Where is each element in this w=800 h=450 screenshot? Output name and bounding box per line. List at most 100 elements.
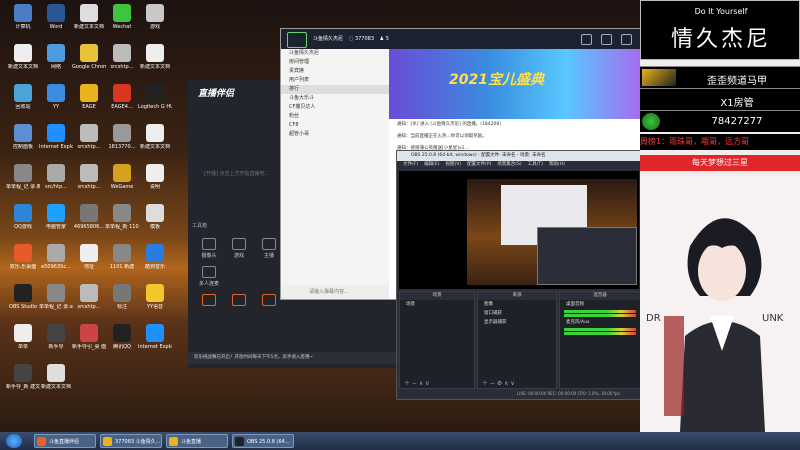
source-item[interactable]: 窗口捕获: [478, 309, 556, 318]
desktop-icon[interactable]: 新建文本文档: [72, 4, 106, 44]
sidebar-item[interactable]: 粉丝: [281, 112, 389, 121]
desktop-icon[interactable]: 腾讯QQ: [105, 324, 139, 364]
desktop-icon[interactable]: Internet Explorer: [39, 124, 73, 164]
sidebar-item[interactable]: 斗鱼大乐斗: [281, 94, 389, 103]
desktop-icon[interactable]: 模板: [138, 204, 172, 244]
source-item[interactable]: 显示器捕获: [478, 318, 556, 327]
desktop-icon[interactable]: srcshtp...: [72, 284, 106, 324]
app-icon: [146, 204, 164, 222]
taskbar-button[interactable]: 斗鱼直播: [166, 434, 228, 448]
tool-extra-2[interactable]: [224, 294, 254, 308]
desktop-icon[interactable]: EAGE: [72, 84, 106, 124]
desktop-icon[interactable]: 单单程_新 1101 新建: [105, 204, 139, 244]
desktop-icon[interactable]: 新手导: [39, 324, 73, 364]
tool-multi[interactable]: 多人连麦: [194, 266, 224, 287]
sidebar-item[interactable]: CF撒贝达人: [281, 103, 389, 112]
scene-item[interactable]: 场景: [400, 300, 474, 309]
sidebar-item[interactable]: 斗鱼情久杰尼: [281, 49, 389, 58]
tool-game[interactable]: 游戏: [224, 238, 254, 259]
desktop-icon[interactable]: 单单程_记 录.srcshtp...: [39, 284, 73, 324]
desktop-icon[interactable]: Wechat: [105, 4, 139, 44]
streamer-avatar[interactable]: [287, 32, 307, 48]
sidebar-item[interactable]: 用户列表: [281, 76, 389, 85]
desktop-icon[interactable]: 地址: [72, 244, 106, 284]
desktop-icon[interactable]: EAGE4...: [105, 84, 139, 124]
desktop-icon[interactable]: QQ游戏: [6, 204, 40, 244]
obs-menu-item[interactable]: 帮助(H): [549, 162, 565, 167]
desktop-icon[interactable]: OBS Studio: [6, 284, 40, 324]
scene-controls[interactable]: ＋ − ∧ ∨: [400, 378, 474, 388]
gift-icon: [232, 294, 246, 306]
host-icon: [262, 238, 276, 250]
chat-message: 通知：当前直播正在火热...你可以领取奖励。: [397, 134, 487, 139]
desktop-icon[interactable]: Google Chrome: [72, 44, 106, 84]
desktop-icon[interactable]: 单单程_记 录.新建_文: [6, 164, 40, 204]
desktop-icon[interactable]: 1813770...: [105, 124, 139, 164]
desktop-icon[interactable]: Logitech G HUB: [138, 84, 172, 124]
obs-menu-item[interactable]: 配置文件(P): [467, 162, 491, 167]
desktop-icon[interactable]: Internet Explorer: [138, 324, 172, 364]
desktop-icon[interactable]: YY语音: [138, 284, 172, 324]
event-banner[interactable]: 2021宝儿盛典: [389, 49, 641, 119]
desktop-icon[interactable]: srcshtp...: [72, 124, 106, 164]
obs-menu-item[interactable]: 工具(T): [528, 162, 543, 167]
desktop-icon[interactable]: 网络: [39, 44, 73, 84]
sidebar-list: 斗鱼情久杰尼 房间管理 贵宾席 用户列表 排行 斗鱼大乐斗 CF撒贝达人 粉丝 CF8 超管小哥: [281, 49, 389, 139]
desktop-icon[interactable]: 1101 新建: [105, 244, 139, 284]
desktop-icon[interactable]: 新手导引_桌 面_新建_文: [72, 324, 106, 364]
sidebar-item[interactable]: CF8: [281, 121, 389, 130]
desktop-icon[interactable]: YY: [39, 84, 73, 124]
menu-icon[interactable]: [621, 34, 632, 45]
taskbar: 斗鱼直播伴侣 377083 斗鱼情久... 斗鱼直播 OBS 25.0.8 (64..…: [0, 432, 800, 450]
taskbar-button[interactable]: OBS 25.0.8 (64...: [232, 434, 294, 448]
obs-window[interactable]: OBS 25.0.8 (64-bit, windows) - 配置文件: 未命名…: [396, 150, 642, 400]
obs-menu-item[interactable]: 视图(V): [445, 162, 461, 167]
sidebar-item[interactable]: 排行: [281, 85, 389, 94]
desktop-icon[interactable]: e509635c...: [39, 244, 73, 284]
obs-menu-item[interactable]: 文件(F): [403, 162, 418, 167]
desktop-icon[interactable]: src/htp...: [39, 164, 73, 204]
desktop-icon[interactable]: 新建文本文档: [138, 124, 172, 164]
desktop-icon[interactable]: 游戏: [138, 4, 172, 44]
tool-camera[interactable]: 摄像头: [194, 238, 224, 259]
taskbar-app-icon: [37, 437, 46, 446]
chat-input-bar[interactable]: 请输入弹幕内容...: [281, 285, 389, 299]
desktop-icon-label: QQ游戏: [14, 224, 32, 230]
home-icon[interactable]: [601, 34, 612, 45]
chat-message: 通知：[水] 进入 [斗鱼情久杰尼] 的直播。(184208): [397, 122, 502, 127]
desktop-icon[interactable]: 酷狗音乐: [138, 244, 172, 284]
source-controls[interactable]: ＋ − ⚙ ∧ ∨: [478, 378, 556, 388]
taskbar-button[interactable]: 斗鱼直播伴侣: [34, 434, 96, 448]
taskbar-button[interactable]: 377083 斗鱼情久...: [100, 434, 162, 448]
sidebar-item[interactable]: 超管小哥: [281, 130, 389, 139]
source-item[interactable]: 图像: [478, 300, 556, 309]
desktop-icon[interactable]: 新建文本文档: [6, 44, 40, 84]
desktop-icon[interactable]: 46965806...: [72, 204, 106, 244]
chat-input[interactable]: 请输入弹幕内容...: [309, 288, 349, 295]
tool-extra-1[interactable]: [194, 294, 224, 308]
desktop-icon[interactable]: Word: [39, 4, 73, 44]
desktop-icon[interactable]: 回收站: [6, 84, 40, 124]
desktop-icon[interactable]: 双乐.乐桌面: [6, 244, 40, 284]
obs-menu-item[interactable]: 编辑(E): [424, 162, 439, 167]
sidebar-item[interactable]: 贵宾席: [281, 67, 389, 76]
start-button[interactable]: [6, 434, 22, 448]
video-icon[interactable]: [581, 34, 592, 45]
douyu-header: 斗鱼情久杰尼 ▢ 377083 ♟ 5: [281, 29, 641, 49]
desktop-icon[interactable]: 单单: [6, 324, 40, 364]
overlay-header: Do It Yourself 情久杰尼: [640, 0, 800, 60]
desktop-icon[interactable]: srcshtp...: [105, 44, 139, 84]
obs-menu-item[interactable]: 场景集合(S): [497, 162, 521, 167]
desktop-icon[interactable]: 电脑管家: [39, 204, 73, 244]
desktop-icon[interactable]: 计算机: [6, 4, 40, 44]
obs-preview[interactable]: [399, 171, 639, 289]
desktop-icon[interactable]: 新建文本文档: [39, 364, 73, 404]
desktop-icon[interactable]: srcshtp...: [72, 164, 106, 204]
desktop-icon[interactable]: 新手导_新 建文本: [6, 364, 40, 404]
desktop-icon[interactable]: 说明: [138, 164, 172, 204]
desktop-icon[interactable]: 控制面板: [6, 124, 40, 164]
desktop-icon[interactable]: 标注: [105, 284, 139, 324]
sidebar-item[interactable]: 房间管理: [281, 58, 389, 67]
desktop-icon[interactable]: WeGame: [105, 164, 139, 204]
desktop-icon[interactable]: 新建文本文档: [138, 44, 172, 84]
